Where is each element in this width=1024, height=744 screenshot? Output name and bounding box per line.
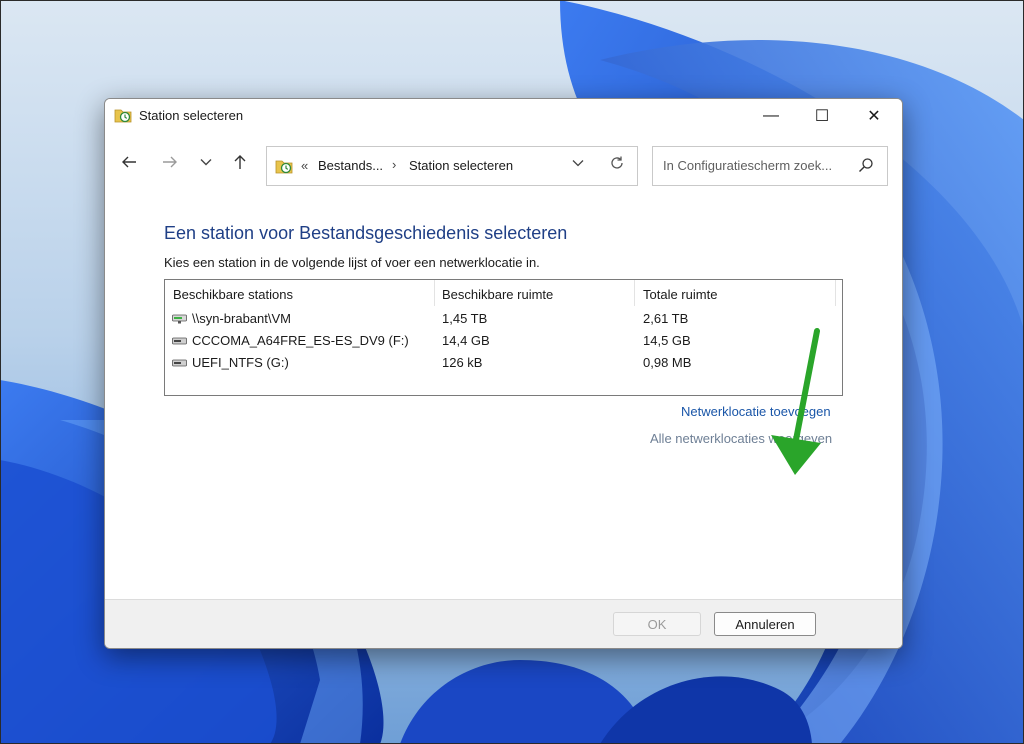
ok-button[interactable]: OK — [613, 612, 701, 636]
back-button[interactable] — [116, 149, 142, 175]
network-drive-icon — [172, 314, 187, 324]
list-item[interactable]: UEFI_NTFS (G:) 126 kB 0,98 MB — [165, 352, 842, 374]
page-title: Een station voor Bestandsgeschiedenis se… — [164, 223, 568, 243]
control-panel-icon — [275, 160, 293, 174]
refresh-icon — [611, 156, 623, 169]
cancel-button[interactable]: Annuleren — [714, 612, 816, 636]
list-header: Beschikbare stations Beschikbare ruimte … — [165, 280, 842, 306]
arrow-left-icon — [122, 156, 136, 168]
arrow-up-icon — [234, 155, 246, 169]
window-title: Station selecteren — [139, 108, 244, 123]
drive-free-space: 14,4 GB — [442, 333, 490, 348]
maximize-button[interactable]: ☐ — [799, 99, 845, 133]
drive-list[interactable]: Beschikbare stations Beschikbare ruimte … — [164, 279, 843, 396]
search-placeholder: In Configuratiescherm zoek... — [663, 158, 833, 173]
list-item[interactable]: CCCOMA_A64FRE_ES-ES_DV9 (F:) 14,4 GB 14,… — [165, 330, 842, 352]
recent-locations-button[interactable] — [193, 149, 219, 175]
drive-free-space: 1,45 TB — [442, 311, 488, 326]
list-item[interactable]: \\syn-brabant\VM 1,45 TB 2,61 TB — [165, 308, 842, 330]
content-area: Een station voor Bestandsgeschiedenis se… — [105, 187, 902, 599]
chevron-down-icon — [572, 160, 584, 167]
breadcrumb-station-selecteren[interactable]: Station selecteren — [409, 158, 513, 173]
column-header-available-drives[interactable]: Beschikbare stations — [173, 287, 293, 302]
up-button[interactable] — [227, 149, 253, 175]
refresh-button[interactable] — [607, 155, 627, 176]
chevron-down-icon — [200, 159, 212, 166]
arrow-right-icon — [163, 156, 177, 168]
drive-free-space: 126 kB — [442, 355, 483, 370]
forward-button[interactable] — [157, 149, 183, 175]
column-divider[interactable] — [634, 280, 635, 306]
search-field[interactable]: In Configuratiescherm zoek... — [652, 146, 888, 186]
drive-icon — [172, 359, 187, 367]
column-header-free-space[interactable]: Beschikbare ruimte — [442, 287, 553, 302]
dialog-footer: OK Annuleren — [105, 599, 902, 648]
column-divider[interactable] — [835, 280, 836, 306]
navigation-bar: « Bestands... › Station selecteren In Co… — [105, 141, 902, 187]
instruction-text: Kies een station in de volgende lijst of… — [164, 255, 540, 270]
maximize-icon: ☐ — [814, 108, 830, 125]
drive-name: UEFI_NTFS (G:) — [192, 355, 289, 370]
breadcrumb-separator[interactable]: › — [392, 157, 396, 172]
drive-total-space: 0,98 MB — [643, 355, 692, 370]
station-selection-dialog: Station selecteren — ☐ ✕ « Bestands... ›… — [104, 98, 903, 649]
minimize-button[interactable]: — — [748, 99, 794, 133]
file-history-icon — [114, 109, 132, 123]
drive-name: \\syn-brabant\VM — [192, 311, 291, 326]
column-divider[interactable] — [434, 280, 435, 306]
address-bar[interactable]: « Bestands... › Station selecteren — [266, 146, 638, 186]
breadcrumb-bestandsgeschiedenis[interactable]: Bestands... — [318, 158, 383, 173]
drive-total-space: 14,5 GB — [643, 333, 691, 348]
close-icon: ✕ — [867, 108, 881, 125]
address-history-button[interactable] — [569, 156, 587, 170]
address-overflow[interactable]: « — [301, 158, 308, 173]
drive-total-space: 2,61 TB — [643, 311, 689, 326]
column-header-total-space[interactable]: Totale ruimte — [643, 287, 717, 302]
title-bar[interactable]: Station selecteren — ☐ ✕ — [105, 99, 902, 133]
minimize-icon: — — [763, 107, 779, 124]
drive-icon — [172, 337, 187, 345]
close-button[interactable]: ✕ — [851, 99, 897, 133]
search-icon[interactable] — [858, 157, 874, 173]
drive-name: CCCOMA_A64FRE_ES-ES_DV9 (F:) — [192, 333, 409, 348]
annotation-arrow-icon — [771, 328, 821, 475]
